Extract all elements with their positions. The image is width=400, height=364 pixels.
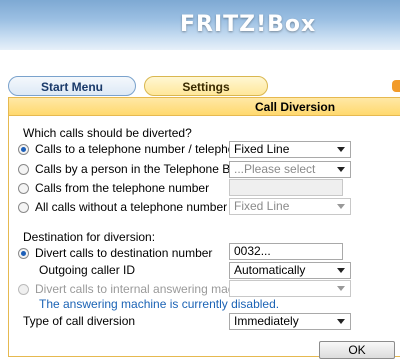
from-number-input[interactable] bbox=[229, 179, 343, 196]
which-calls-heading: Which calls should be diverted? bbox=[23, 126, 192, 140]
ok-button[interactable]: OK bbox=[319, 341, 395, 359]
chevron-down-icon bbox=[337, 268, 345, 273]
option-calls-to-number[interactable]: Calls to a telephone number / telephone bbox=[18, 141, 248, 157]
option-divert-to-number[interactable]: Divert calls to destination number bbox=[18, 245, 212, 261]
radio-divert-to-answering-machine[interactable] bbox=[18, 283, 29, 295]
chevron-down-icon bbox=[337, 147, 345, 152]
chevron-down-icon bbox=[337, 167, 345, 172]
radio-calls-by-person[interactable] bbox=[18, 163, 29, 175]
option-label: Calls from the telephone number bbox=[35, 181, 210, 195]
destination-number-input[interactable]: 0032... bbox=[229, 243, 343, 260]
option-calls-by-person[interactable]: Calls by a person in the Telephone Book bbox=[18, 161, 250, 177]
diversion-type-label: Type of call diversion bbox=[23, 314, 136, 328]
radio-calls-to-number[interactable] bbox=[18, 143, 29, 155]
option-calls-from-number[interactable]: Calls from the telephone number bbox=[18, 180, 209, 196]
without-number-select[interactable]: Fixed Line bbox=[229, 198, 351, 215]
answering-machine-disabled-note: The answering machine is currently disab… bbox=[39, 297, 280, 311]
corner-decoration-icon bbox=[392, 80, 400, 92]
option-label: Divert calls to internal answering machi… bbox=[35, 282, 257, 296]
radio-calls-without-number[interactable] bbox=[18, 201, 29, 213]
destination-heading: Destination for diversion: bbox=[23, 230, 156, 244]
caller-id-select[interactable]: Automatically bbox=[229, 262, 351, 279]
phonebook-person-select[interactable]: ...Please select bbox=[229, 161, 351, 178]
panel-title: Call Diversion bbox=[255, 100, 336, 114]
tab-start-menu[interactable]: Start Menu bbox=[8, 76, 136, 96]
answering-machine-select[interactable] bbox=[229, 280, 351, 297]
option-calls-without-number[interactable]: All calls without a telephone number to bbox=[18, 199, 240, 215]
option-label: Divert calls to destination number bbox=[35, 246, 213, 260]
header-banner: FRITZ!Box bbox=[0, 0, 400, 50]
panel-title-bar: Call Diversion bbox=[9, 98, 400, 116]
fritzbox-logo: FRITZ!Box bbox=[180, 12, 317, 37]
diversion-type-select[interactable]: Immediately bbox=[229, 313, 351, 330]
chevron-down-icon bbox=[337, 286, 345, 291]
caller-id-label: Outgoing caller ID bbox=[39, 263, 136, 277]
radio-calls-from-number[interactable] bbox=[18, 182, 29, 194]
option-divert-to-answering-machine[interactable]: Divert calls to internal answering machi… bbox=[18, 281, 256, 297]
option-label: Calls by a person in the Telephone Book bbox=[35, 162, 250, 176]
calls-to-number-select[interactable]: Fixed Line bbox=[229, 141, 351, 158]
radio-divert-to-number[interactable] bbox=[18, 247, 29, 259]
tab-settings[interactable]: Settings bbox=[144, 76, 268, 96]
chevron-down-icon bbox=[337, 204, 345, 209]
option-label: All calls without a telephone number to bbox=[35, 200, 241, 214]
option-label: Calls to a telephone number / telephone bbox=[35, 142, 248, 156]
chevron-down-icon bbox=[337, 319, 345, 324]
